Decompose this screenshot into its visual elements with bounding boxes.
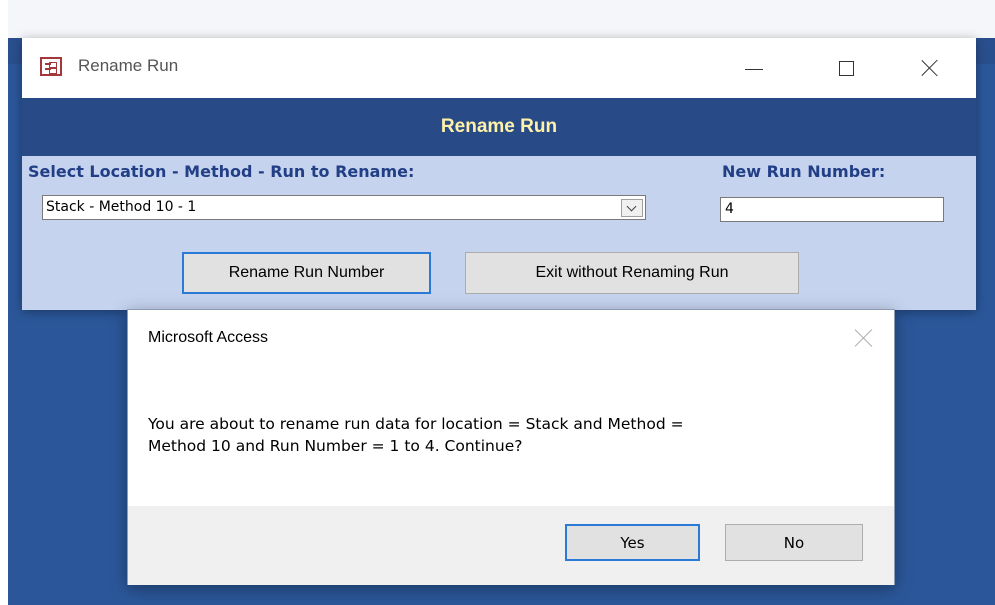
no-button[interactable]: No [725, 524, 863, 561]
form-icon [40, 57, 62, 76]
form-header-title: Rename Run [440, 116, 558, 137]
close-button[interactable] [910, 50, 950, 86]
dialog-footer: Yes No [128, 506, 894, 585]
dialog-title: Microsoft Access [148, 329, 269, 346]
exit-without-renaming-button[interactable]: Exit without Renaming Run [465, 252, 799, 294]
minimize-icon [745, 68, 763, 70]
rename-run-number-button[interactable]: Rename Run Number [182, 252, 431, 294]
maximize-button[interactable] [826, 50, 866, 86]
close-icon [921, 59, 939, 77]
new-run-number-value: 4 [725, 201, 734, 217]
yes-button[interactable]: Yes [565, 524, 700, 561]
select-run-label: Select Location - Method - Run to Rename… [28, 162, 415, 181]
dialog-message: You are about to rename run data for loc… [148, 413, 868, 457]
combobox-dropdown-button[interactable] [621, 199, 643, 217]
rename-run-window: Rename Run Rename Run Select Location - … [22, 38, 976, 310]
minimize-button[interactable] [734, 50, 774, 86]
desktop-top-strip [8, 0, 995, 38]
window-titlebar[interactable]: Rename Run [22, 38, 976, 98]
dialog-message-line-1: You are about to rename run data for loc… [148, 415, 684, 433]
new-run-number-input[interactable]: 4 [720, 197, 944, 222]
form-header: Rename Run [22, 98, 976, 156]
dialog-close-icon[interactable] [852, 326, 876, 350]
chevron-down-icon [626, 201, 637, 212]
run-select-combobox[interactable]: Stack - Method 10 - 1 [42, 195, 646, 220]
run-select-value: Stack - Method 10 - 1 [46, 199, 197, 215]
dialog-message-line-2: Method 10 and Run Number = 1 to 4. Conti… [148, 437, 523, 455]
new-run-number-label: New Run Number: [722, 162, 886, 181]
confirm-dialog: Microsoft Access You are about to rename… [127, 309, 895, 585]
maximize-icon [838, 60, 854, 76]
window-title: Rename Run [78, 56, 179, 75]
